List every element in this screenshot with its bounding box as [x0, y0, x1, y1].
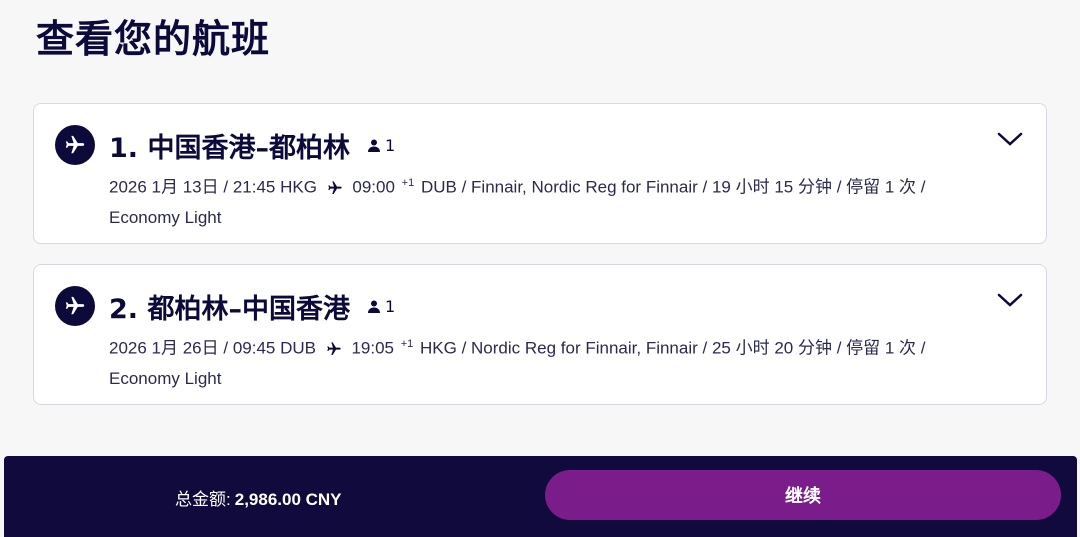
plane-icon — [55, 125, 95, 165]
total-label: 总金额: — [175, 490, 231, 509]
arrival-airport: DUB — [420, 177, 457, 197]
fare-class: Economy Light — [109, 368, 222, 388]
person-icon — [367, 139, 380, 152]
flight-card-outbound[interactable]: 1. 中国香港–都柏林 1 2026 1月 13日 / 21:45 HKG 09… — [33, 103, 1047, 244]
carriers: Finnair, Nordic Reg for Finnair — [471, 177, 698, 197]
plane-icon — [327, 341, 341, 355]
chevron-down-icon[interactable] — [996, 130, 1024, 150]
day-offset: +1 — [400, 338, 414, 350]
route-title: 1. 中国香港–都柏林 1 — [109, 126, 395, 165]
passenger-count: 1 — [367, 297, 396, 316]
flight-date: 2026 1月 26日 — [109, 338, 219, 358]
plane-icon — [55, 286, 95, 326]
checkout-footer: 总金额: 2,986.00 CNY 继续 — [4, 456, 1077, 537]
arrival-time: 09:00 — [352, 177, 395, 197]
route-label: 1. 中国香港–都柏林 — [109, 133, 350, 164]
duration: 25 小时 20 分钟 — [711, 338, 832, 358]
departure: 09:45 DUB — [232, 338, 316, 358]
page-title: 查看您的航班 — [36, 17, 271, 61]
total-price: 总金额: 2,986.00 CNY — [175, 485, 342, 510]
plane-icon — [327, 180, 342, 194]
total-value: 2,986.00 CNY — [234, 490, 342, 509]
flight-details: 2026 1月 13日 / 21:45 HKG 09:00 +1 DUB / F… — [109, 177, 926, 227]
arrival-time: 19:05 — [351, 338, 394, 358]
passenger-count: 1 — [367, 136, 396, 155]
stops: 停留 1 次 — [846, 177, 917, 197]
passenger-count-value: 1 — [384, 297, 396, 316]
flight-card-return[interactable]: 2. 都柏林–中国香港 1 2026 1月 26日 / 09:45 DUB 19… — [33, 264, 1047, 405]
route-title: 2. 都柏林–中国香港 1 — [109, 287, 395, 326]
carriers: Nordic Reg for Finnair, Finnair — [471, 338, 698, 358]
day-offset: +1 — [401, 177, 415, 189]
flight-date: 2026 1月 13日 — [109, 177, 219, 197]
flight-details: 2026 1月 26日 / 09:45 DUB 19:05 +1 HKG / N… — [109, 338, 926, 388]
departure: 21:45 HKG — [232, 177, 317, 197]
arrival-airport: HKG — [420, 338, 457, 358]
stops: 停留 1 次 — [846, 338, 917, 358]
continue-button[interactable]: 继续 — [545, 470, 1061, 520]
passenger-count-value: 1 — [384, 136, 396, 155]
chevron-down-icon[interactable] — [996, 291, 1024, 311]
duration: 19 小时 15 分钟 — [711, 177, 832, 197]
person-icon — [367, 300, 380, 313]
route-label: 2. 都柏林–中国香港 — [109, 294, 350, 325]
fare-class: Economy Light — [109, 207, 222, 227]
